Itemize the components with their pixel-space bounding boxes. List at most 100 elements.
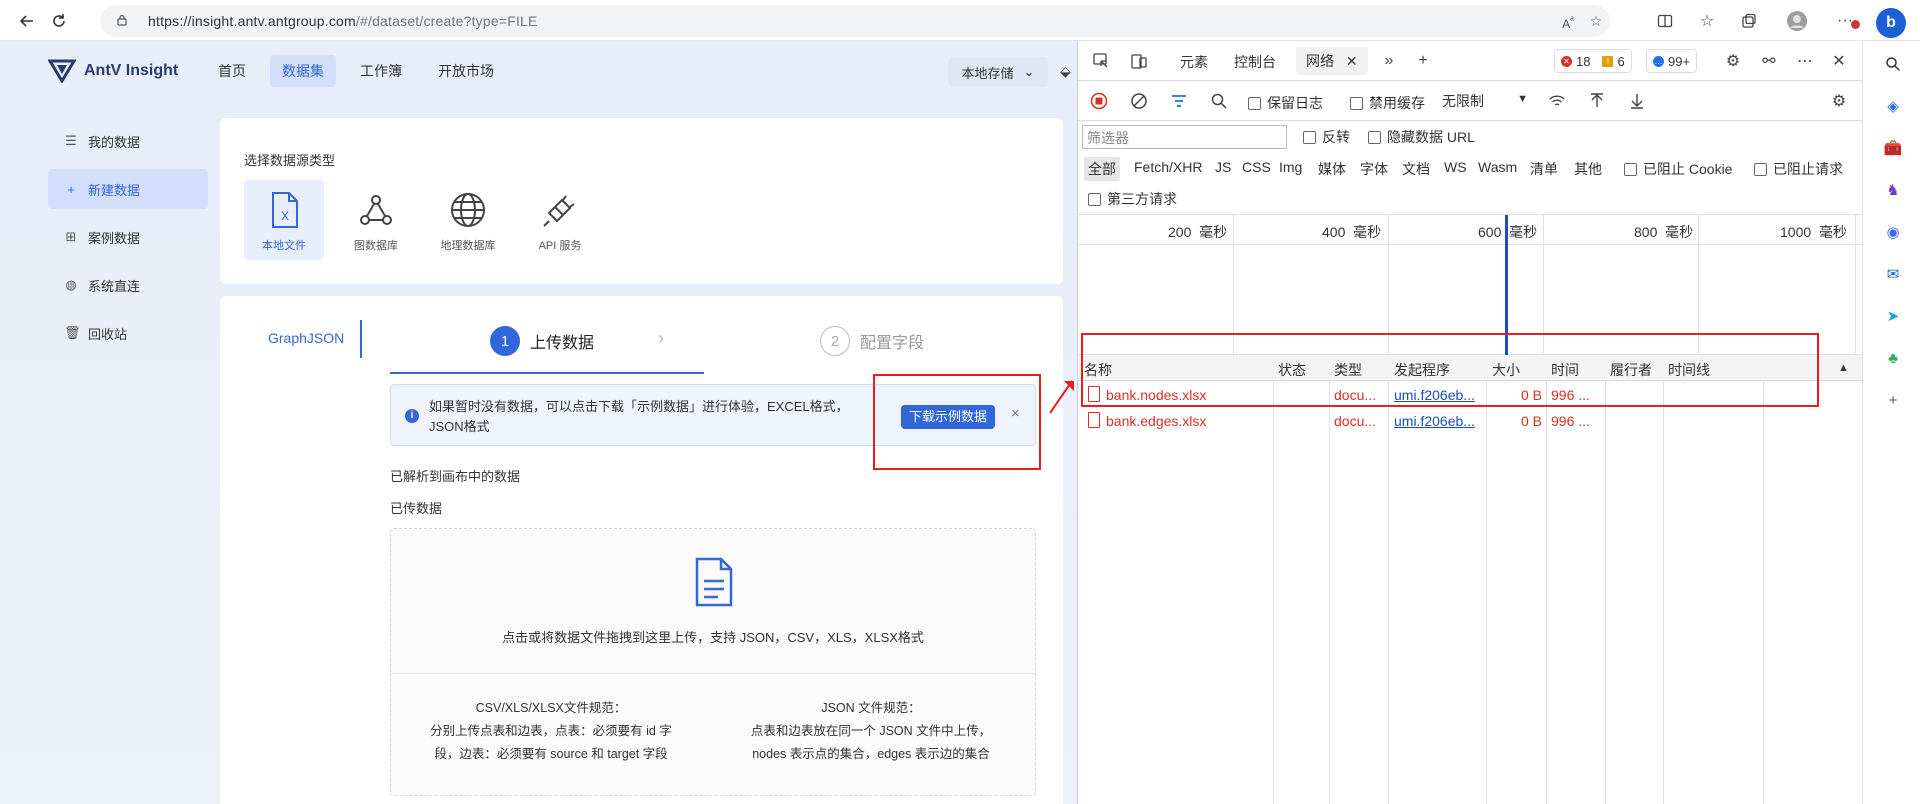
send-icon[interactable]: ➤ [1882,305,1904,327]
more-tabs-icon[interactable]: » [1378,50,1400,72]
split-screen-icon[interactable] [1652,8,1678,34]
sidebar-item-my-data[interactable]: ☰ 我的数据 [48,121,208,161]
tab-console[interactable]: 控制台 [1234,52,1276,72]
nav-workbooks[interactable]: 工作簿 [348,55,414,87]
checkbox[interactable] [1088,192,1101,206]
source-api-service[interactable]: API 服务 [520,180,600,260]
filter-type-wasm[interactable]: Wasm [1478,159,1517,175]
filter-type-doc[interactable]: 文档 [1402,159,1430,179]
sidebar-item-direct-connect[interactable]: ◍ 系统直连 [48,265,208,305]
inspect-icon[interactable] [1090,50,1112,72]
file-dropzone[interactable]: 点击或将数据文件拖拽到这里上传，支持 JSON，CSV，XLS，XLSX格式 C… [390,528,1036,796]
checkbox[interactable] [1350,96,1363,110]
filter-type-all[interactable]: 全部 [1084,157,1120,181]
filter-input[interactable]: 筛选器 [1082,125,1287,149]
search-icon[interactable] [1208,90,1230,112]
preserve-log-checkbox[interactable]: 保留日志 [1248,93,1323,113]
filter-type-media[interactable]: 媒体 [1318,159,1346,179]
bing-copilot-icon[interactable]: b [1876,8,1906,38]
export-har-icon[interactable] [1626,90,1648,112]
checkbox[interactable] [1303,130,1316,144]
checkbox[interactable] [1368,130,1381,144]
filter-type-ws[interactable]: WS [1444,159,1467,175]
request-initiator-link[interactable]: umi.f206eb... [1394,413,1484,429]
checkbox-label: 禁用缓存 [1369,95,1425,111]
source-local-file[interactable]: X 本地文件 [244,180,324,260]
checkbox[interactable] [1754,162,1767,176]
error-count-badge[interactable]: ✕ 18 ! 6 [1554,49,1632,73]
request-name[interactable]: bank.edges.xlsx [1106,413,1271,429]
filter-type-js[interactable]: JS [1215,159,1231,175]
address-bar[interactable]: https://insight.antv.antgroup.com/#/data… [100,5,1610,37]
app-logo[interactable]: AntV Insight [48,59,178,83]
back-icon[interactable] [14,8,40,34]
source-geo-db[interactable]: 地理数据库 [428,180,508,260]
favorite-add-icon[interactable]: ☆ [1586,11,1606,31]
source-graph-db[interactable]: 图数据库 [336,180,416,260]
timeline-tick: 800 毫秒 [1634,224,1694,240]
filter-icon[interactable] [1168,90,1190,112]
throttle-select[interactable]: 无限制 ▼ [1442,91,1532,113]
favorites-icon[interactable]: ☆ [1694,8,1720,34]
collections-icon[interactable] [1736,8,1762,34]
blocked-cookies-checkbox[interactable]: 已阻止 Cookie [1624,159,1732,179]
nav-datasets[interactable]: 数据集 [270,55,336,87]
tab-elements[interactable]: 元素 [1180,52,1208,72]
filter-type-font[interactable]: 字体 [1360,159,1388,179]
tools-icon[interactable]: 🧰 [1882,137,1904,159]
customize-icon[interactable]: ⚯ [1758,50,1780,72]
sort-up-icon[interactable]: ▲ [1838,362,1849,374]
url-text: https://insight.antv.antgroup.com/#/data… [148,13,538,29]
search-icon[interactable] [1882,53,1904,75]
hide-data-urls-checkbox[interactable]: 隐藏数据 URL [1368,127,1475,147]
table-row[interactable]: bank.edges.xlsx docu... umi.f206eb... 0 … [1078,408,1863,434]
sidebar-item-label: 回收站 [88,326,128,342]
filter-type-manifest[interactable]: 清单 [1530,159,1558,179]
read-aloud-icon[interactable]: Aᵃ [1558,11,1578,31]
add-icon[interactable]: + [1882,389,1904,411]
sidebar-item-recycle-bin[interactable]: 🗑 回收站 [48,313,208,353]
outlook-icon[interactable]: ✉ [1882,263,1904,285]
theme-icon[interactable]: ⬙ [1060,63,1071,80]
device-toggle-icon[interactable] [1128,50,1150,72]
checkbox[interactable] [1248,96,1261,110]
nav-home[interactable]: 首页 [206,55,258,87]
filter-type-img[interactable]: Img [1279,159,1302,175]
message-count-badge[interactable]: … 99+ [1646,49,1698,73]
plus-icon: + [67,181,75,197]
blocked-requests-checkbox[interactable]: 已阻止请求 [1754,159,1843,179]
checkbox[interactable] [1624,162,1637,176]
record-stop-icon[interactable] [1088,90,1110,112]
close-devtools-icon[interactable]: ✕ [1828,50,1850,72]
steps: 1 上传数据 › 2 配置字段 [390,326,970,376]
tab-network[interactable]: 网络 ✕ [1296,47,1368,75]
profile-avatar[interactable] [1784,8,1810,34]
settings-gear-icon[interactable]: ⚙ [1722,50,1744,72]
close-icon[interactable]: ✕ [1346,53,1358,69]
filter-type-css[interactable]: CSS [1242,159,1271,175]
filter-type-fetch[interactable]: Fetch/XHR [1134,159,1202,175]
sidebar-item-new-data[interactable]: + 新建数据 [48,169,208,209]
tree-icon[interactable]: ♣ [1882,347,1904,369]
import-har-icon[interactable] [1586,90,1608,112]
step-label: 配置字段 [860,335,925,352]
tab-graphjson[interactable]: GraphJSON [268,330,344,346]
shopping-tag-icon[interactable]: ◈ [1882,95,1904,117]
lock-icon[interactable] [116,14,128,26]
clear-icon[interactable] [1128,90,1150,112]
invert-checkbox[interactable]: 反转 [1303,127,1350,147]
third-party-checkbox[interactable]: 第三方请求 [1088,189,1177,209]
disable-cache-checkbox[interactable]: 禁用缓存 [1350,93,1425,113]
network-conditions-icon[interactable] [1546,90,1568,112]
nav-market[interactable]: 开放市场 [426,55,506,87]
storage-select[interactable]: 本地存储 ⌄ [948,57,1048,87]
sidebar-item-sample-data[interactable]: ⊞ 案例数据 [48,217,208,257]
network-settings-gear-icon[interactable]: ⚙ [1828,90,1850,112]
filter-type-other[interactable]: 其他 [1574,159,1602,179]
more-options-icon[interactable]: ⋯ [1794,50,1816,72]
add-tab-icon[interactable]: + [1412,50,1434,72]
games-icon[interactable]: ♞ [1882,179,1904,201]
timeline-tick: 400 毫秒 [1322,224,1382,240]
reload-icon[interactable] [46,8,72,34]
office-icon[interactable]: ◉ [1882,221,1904,243]
